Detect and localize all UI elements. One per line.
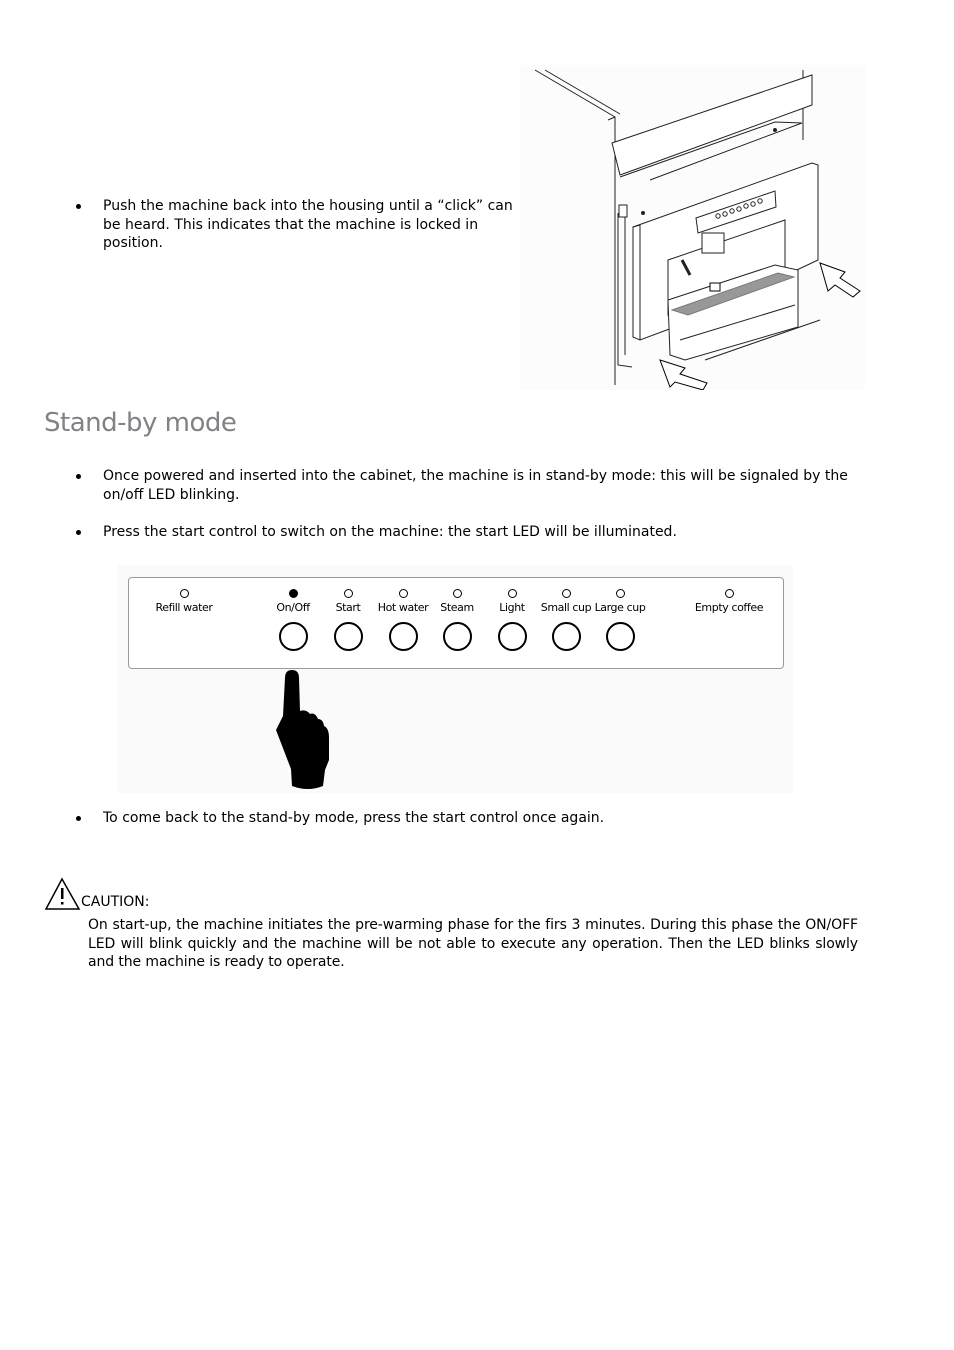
- led-light-icon: [507, 589, 517, 598]
- warning-triangle-icon: [44, 877, 81, 910]
- control-panel: Refill water On/Off Start Hot water Steam Lig…: [128, 577, 784, 669]
- control-label: Large cup: [594, 601, 646, 614]
- control-panel-figure: Refill water On/Off Start Hot water Steam Lig…: [118, 565, 793, 793]
- install-bullet-text: Push the machine back into the housing u…: [103, 198, 513, 251]
- led-large-cup-icon: [615, 589, 625, 598]
- led-refill-water-icon: [179, 589, 189, 598]
- control-label: Empty coffee: [694, 601, 764, 614]
- led-empty-coffee-icon: [724, 589, 734, 598]
- hot-water-button[interactable]: [388, 622, 418, 651]
- small-cup-button[interactable]: [551, 622, 581, 651]
- caution-text: On start-up, the machine initiates the p…: [88, 917, 858, 970]
- control-large-cup: Large cup: [580, 578, 660, 651]
- led-small-cup-icon: [561, 589, 571, 598]
- section-heading: Stand-by mode: [44, 408, 237, 438]
- caution-header: CAUTION:: [44, 877, 150, 911]
- led-start-icon: [343, 589, 353, 598]
- led-hot-water-icon: [398, 589, 408, 598]
- control-refill-water: Refill water: [144, 578, 224, 614]
- start-button[interactable]: [333, 622, 363, 651]
- control-empty-coffee: Empty coffee: [689, 578, 769, 614]
- on-off-button[interactable]: [278, 622, 308, 651]
- start-bullet-text: Press the start control to switch on the…: [103, 524, 677, 540]
- large-cup-button[interactable]: [605, 622, 635, 651]
- caution-label: CAUTION:: [81, 894, 150, 910]
- return-standby-bullet-text: To come back to the stand-by mode, press…: [103, 810, 605, 826]
- pointing-hand-icon: [276, 670, 329, 789]
- standby-bullet-text: Once powered and inserted into the cabin…: [103, 468, 848, 503]
- led-steam-icon: [452, 589, 462, 598]
- control-label: Refill water: [155, 601, 213, 614]
- steam-button[interactable]: [442, 622, 472, 651]
- led-on-off-icon: [288, 589, 298, 598]
- machine-insertion-illustration: [520, 65, 865, 391]
- light-button[interactable]: [497, 622, 527, 651]
